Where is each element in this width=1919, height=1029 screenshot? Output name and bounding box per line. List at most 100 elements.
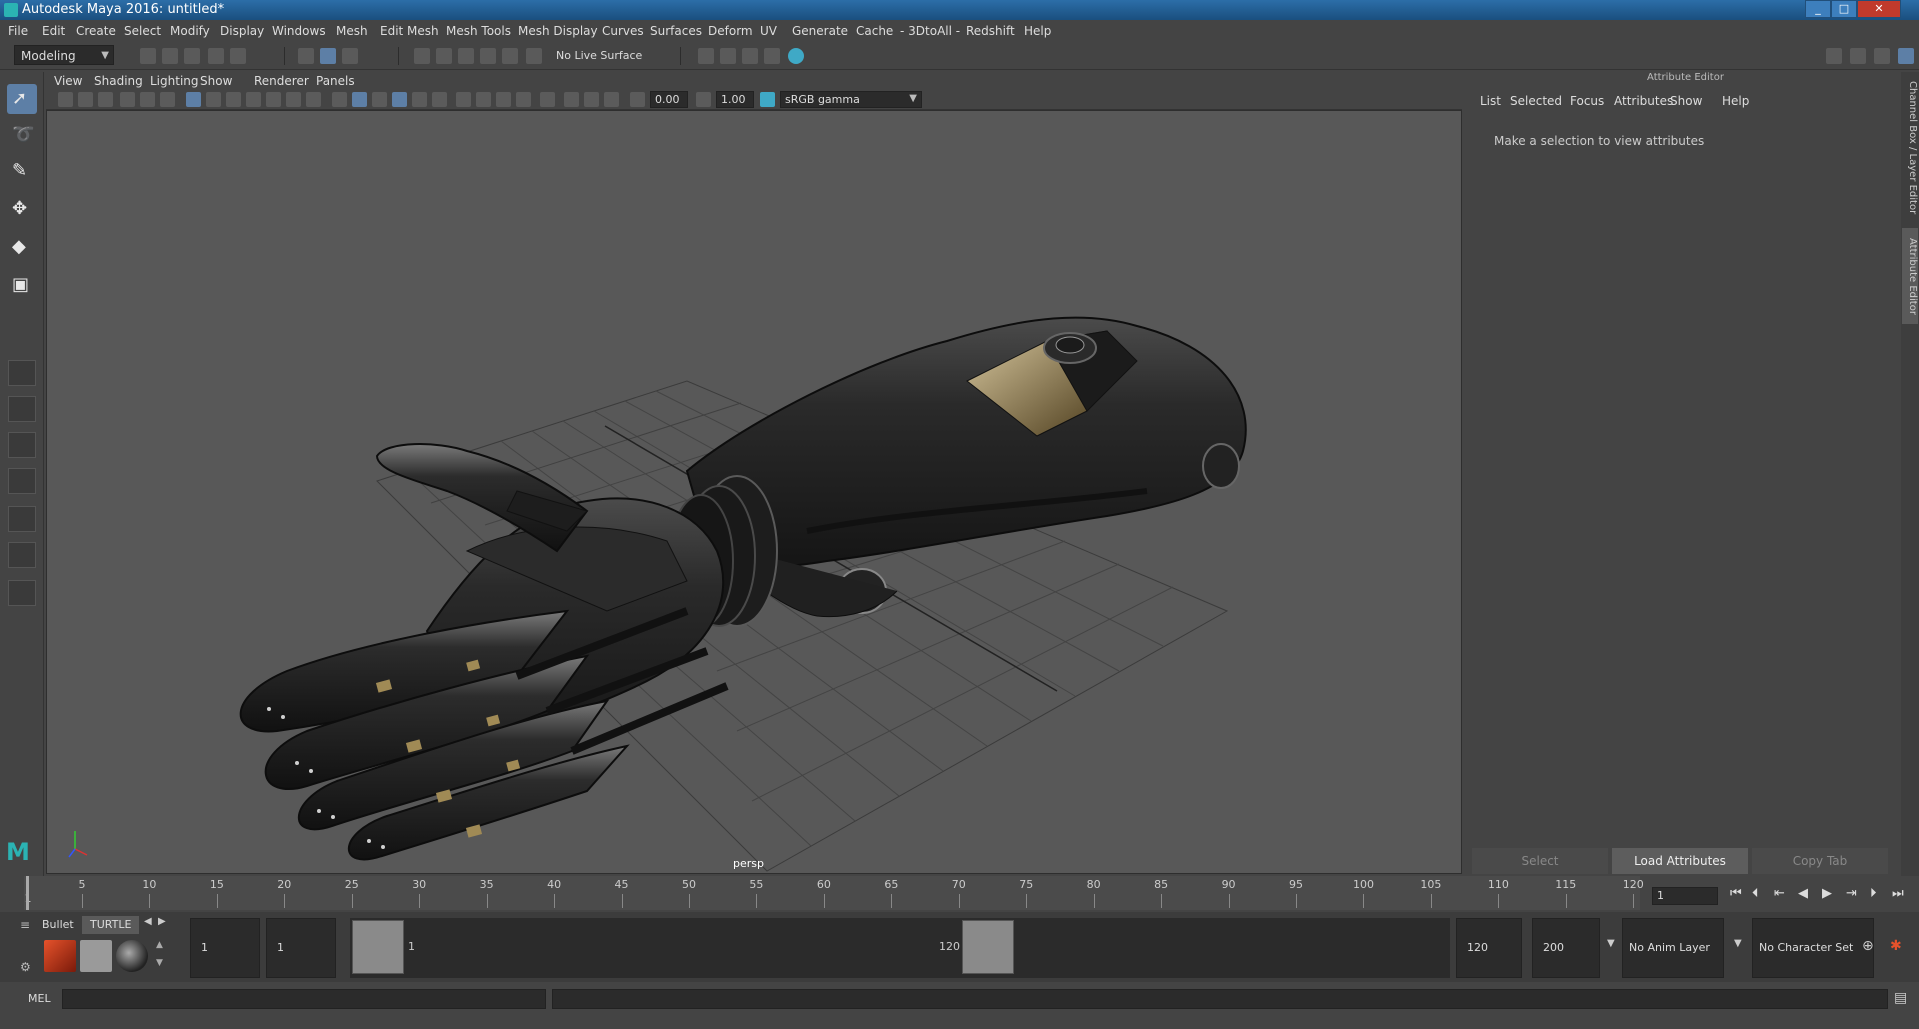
attribute-menu-item[interactable]: Show (1670, 94, 1702, 108)
field-chart-icon[interactable] (266, 92, 281, 107)
menu-item[interactable]: Windows (272, 24, 326, 38)
paint-select-tool[interactable]: ✎ (7, 156, 37, 186)
start-time-field[interactable]: 1 (190, 918, 260, 978)
outliner-layout-button[interactable] (8, 542, 36, 568)
copy-tab-button[interactable]: Copy Tab (1752, 848, 1888, 874)
exposure-field[interactable]: 0.00 (650, 91, 688, 108)
maximize-button[interactable]: □ (1831, 0, 1857, 18)
add-layout-button[interactable] (8, 580, 36, 606)
panel-menu-item[interactable]: Shading (94, 74, 143, 88)
shelf-scroll-right-icon[interactable]: ▶ (158, 916, 166, 927)
attribute-menu-item[interactable]: Focus (1570, 94, 1604, 108)
isolate-select-icon[interactable] (540, 92, 555, 107)
tool-settings-icon[interactable] (1874, 48, 1890, 64)
render-settings-icon[interactable] (742, 48, 758, 64)
perspective-viewport[interactable]: persp (46, 110, 1462, 874)
anim-layer-chevron-icon[interactable]: ▼ (1734, 938, 1742, 949)
exposure-icon[interactable] (630, 92, 645, 107)
live-surface-label[interactable]: No Live Surface (556, 49, 642, 62)
menu-item[interactable]: Help (1024, 24, 1051, 38)
grease-pencil-icon[interactable] (160, 92, 175, 107)
ipr-render-icon[interactable] (720, 48, 736, 64)
modeling-toolkit-icon[interactable] (1826, 48, 1842, 64)
ambient-occlusion-icon[interactable] (476, 92, 491, 107)
grid-icon[interactable] (186, 92, 201, 107)
resolution-gate-icon[interactable] (226, 92, 241, 107)
snap-grid-icon[interactable] (414, 48, 430, 64)
range-start-handle[interactable] (352, 920, 404, 974)
multisample-aa-icon[interactable] (516, 92, 531, 107)
script-editor-icon[interactable]: ▤ (1894, 990, 1907, 1006)
play-backward-icon[interactable]: ◀ (1798, 886, 1808, 901)
channel-box-toggle-icon[interactable] (1898, 48, 1914, 64)
xray-joints-icon[interactable] (584, 92, 599, 107)
attribute-menu-item[interactable]: Attributes (1614, 94, 1673, 108)
rotate-tool[interactable]: ◆ (7, 232, 37, 262)
menu-item[interactable]: - 3DtoAll - (900, 24, 960, 38)
character-set-dropdown[interactable]: No Character Set (1752, 918, 1874, 978)
gamma-icon[interactable] (696, 92, 711, 107)
magnet-icon[interactable] (526, 48, 542, 64)
snap-view-plane-icon[interactable] (480, 48, 496, 64)
menu-item[interactable]: Mesh Tools (446, 24, 511, 38)
default-material-icon[interactable] (372, 92, 387, 107)
persp-graph-layout-button[interactable] (8, 468, 36, 494)
color-management-icon[interactable] (760, 92, 775, 107)
gamma-field[interactable]: 1.00 (716, 91, 754, 108)
attribute-menu-item[interactable]: List (1480, 94, 1501, 108)
menu-item[interactable]: Surfaces (650, 24, 702, 38)
menu-item[interactable]: Select (124, 24, 161, 38)
move-tool[interactable]: ✥ (7, 194, 37, 224)
load-attributes-button[interactable]: Load Attributes (1612, 848, 1748, 874)
panel-menu-item[interactable]: Renderer (254, 74, 309, 88)
xray-icon[interactable] (564, 92, 579, 107)
menu-item[interactable]: Redshift (966, 24, 1015, 38)
snap-curve-icon[interactable] (436, 48, 452, 64)
menuset-dropdown[interactable]: Modeling ▼ (14, 45, 114, 65)
attribute-menu-item[interactable]: Selected (1510, 94, 1562, 108)
end-time-field[interactable]: 200 (1532, 918, 1600, 978)
snap-point-icon[interactable] (458, 48, 474, 64)
lasso-tool[interactable]: ➰ (7, 120, 37, 150)
command-input[interactable] (62, 989, 546, 1009)
camera-attributes-icon[interactable] (78, 92, 93, 107)
safe-title-icon[interactable] (306, 92, 321, 107)
menu-item[interactable]: Cache (856, 24, 893, 38)
step-forward-frame-icon[interactable]: ⏵ (1870, 886, 1877, 901)
snap-surface-icon[interactable] (502, 48, 518, 64)
shelf-tab-turtle[interactable]: TURTLE (82, 916, 140, 934)
range-end-handle[interactable] (962, 920, 1014, 974)
go-to-end-icon[interactable]: ⏭ (1892, 886, 1904, 901)
menu-item[interactable]: Edit Mesh (380, 24, 439, 38)
select-object-icon[interactable] (320, 48, 336, 64)
current-time-indicator[interactable] (26, 876, 29, 910)
menu-item[interactable]: Create (76, 24, 116, 38)
end-time-dropdown-icon[interactable]: ▼ (1607, 938, 1615, 949)
lights-icon[interactable] (432, 92, 447, 107)
shelf-menu-icon[interactable]: ≡ (20, 918, 30, 932)
tab-attribute-editor[interactable]: Attribute Editor (1902, 228, 1918, 324)
shadows-icon[interactable] (456, 92, 471, 107)
camera-icon[interactable] (58, 92, 73, 107)
wireframe-on-shaded-icon[interactable] (392, 92, 407, 107)
time-ruler[interactable]: 1510152025303540455055606570758085909510… (24, 876, 1644, 910)
shelf-scroll-left-icon[interactable]: ◀ (144, 916, 152, 927)
view-transform-dropdown[interactable]: sRGB gamma ▼ (780, 91, 922, 108)
attribute-menu-item[interactable]: Help (1722, 94, 1749, 108)
attribute-editor-toggle-icon[interactable] (1850, 48, 1866, 64)
auto-key-icon[interactable]: ⊕ (1862, 938, 1874, 954)
render-icon[interactable] (698, 48, 714, 64)
menu-item[interactable]: File (8, 24, 28, 38)
panel-menu-item[interactable]: Panels (316, 74, 355, 88)
shelf-up-icon[interactable]: ▲ (156, 940, 163, 950)
hypershade-icon[interactable] (764, 48, 780, 64)
menu-item[interactable]: Deform (708, 24, 753, 38)
new-scene-icon[interactable] (140, 48, 156, 64)
script-language-label[interactable]: MEL (28, 992, 51, 1005)
menu-item[interactable]: UV (760, 24, 777, 38)
step-forward-key-icon[interactable]: ⇥ (1846, 886, 1857, 901)
step-back-key-icon[interactable]: ⇤ (1774, 886, 1785, 901)
anim-layer-dropdown[interactable]: No Anim Layer (1622, 918, 1724, 978)
menu-item[interactable]: Edit (42, 24, 65, 38)
menu-item[interactable]: Display (220, 24, 264, 38)
